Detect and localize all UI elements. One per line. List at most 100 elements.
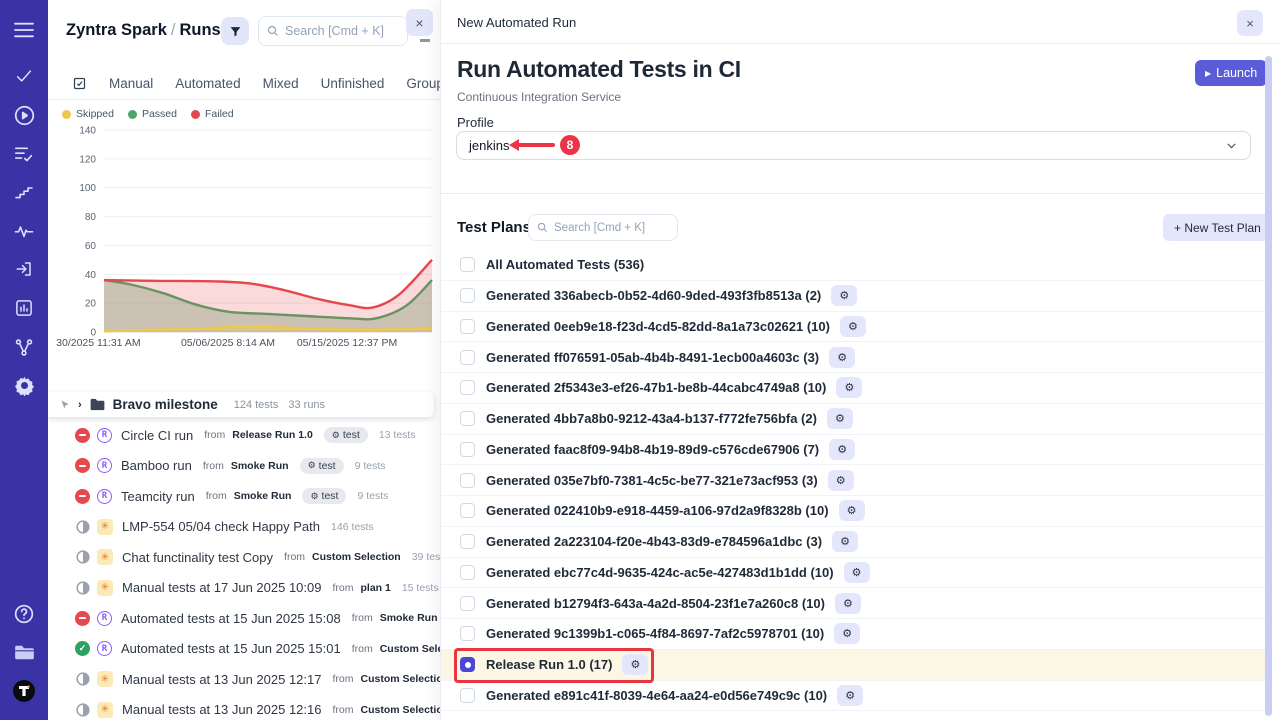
- sidebar-item-help-icon[interactable]: [0, 598, 48, 630]
- test-plan-row[interactable]: Generated 022410b9-e918-4459-a106-97d2a9…: [441, 496, 1265, 527]
- test-plan-row[interactable]: Generated faac8f09-94b8-4b19-89d9-c576cd…: [441, 435, 1265, 466]
- checkbox[interactable]: [460, 626, 475, 641]
- run-row[interactable]: ✓RAutomated tests at 15 Jun 2025 15:01fr…: [48, 634, 440, 665]
- test-plan-label: Generated ff076591-05ab-4b4b-8491-1ecb00…: [486, 350, 819, 365]
- test-plan-row[interactable]: Generated ebc77c4d-9635-424c-ac5e-427483…: [441, 558, 1265, 589]
- checkbox[interactable]: [460, 473, 475, 488]
- checkbox[interactable]: [460, 411, 475, 426]
- tab-mixed[interactable]: Mixed: [263, 76, 299, 91]
- run-source: Smoke Run: [380, 612, 438, 624]
- tab-manual[interactable]: Manual: [109, 76, 153, 91]
- test-plan-settings-button[interactable]: ⚙: [834, 623, 860, 644]
- profile-select[interactable]: jenkins: [456, 131, 1251, 160]
- checkbox[interactable]: [460, 257, 475, 272]
- automated-run-icon: R: [97, 489, 112, 504]
- select-all-icon[interactable]: [72, 76, 87, 91]
- test-plan-row[interactable]: Generated 4bb7a8b0-9212-43a4-b137-f772fe…: [441, 404, 1265, 435]
- new-test-plan-button[interactable]: + New Test Plan: [1163, 214, 1272, 241]
- milestone-row[interactable]: › Bravo milestone 124 tests 33 runs: [48, 392, 434, 417]
- launch-button[interactable]: ▶ Launch: [1195, 60, 1267, 86]
- run-row[interactable]: RBamboo runfromSmoke Run⚙test9 tests: [48, 451, 440, 482]
- run-tests-count: 146 tests: [331, 521, 374, 533]
- checkbox[interactable]: [460, 288, 475, 303]
- run-row[interactable]: ✳Manual tests at 17 Jun 2025 10:09frompl…: [48, 573, 440, 604]
- test-plan-row-selected[interactable]: Release Run 1.0 (17)⚙: [441, 650, 1265, 681]
- checkbox-checked[interactable]: [460, 657, 475, 672]
- run-row[interactable]: RTeamcity runfromSmoke Run⚙test9 tests: [48, 481, 440, 512]
- page-subtitle: Continuous Integration Service: [457, 90, 621, 104]
- run-name: Manual tests at 13 Jun 2025 12:17: [122, 672, 321, 687]
- checkbox[interactable]: [460, 503, 475, 518]
- chevron-right-icon[interactable]: ›: [78, 399, 82, 411]
- run-row[interactable]: ✳Manual tests at 13 Jun 2025 12:17fromCu…: [48, 664, 440, 695]
- sidebar-item-check-icon[interactable]: [0, 60, 48, 92]
- run-source: Custom Selection: [360, 704, 440, 716]
- tab-automated[interactable]: Automated: [175, 76, 240, 91]
- test-plan-row[interactable]: Generated 336abecb-0b52-4d60-9ded-493f3f…: [441, 281, 1265, 312]
- run-config-badge[interactable]: ⚙test: [300, 458, 344, 474]
- runs-search-input[interactable]: [285, 24, 395, 38]
- test-plan-settings-button[interactable]: ⚙: [836, 377, 862, 398]
- test-plan-settings-button[interactable]: ⚙: [829, 347, 855, 368]
- sidebar-item-sign-in-icon[interactable]: [0, 253, 48, 285]
- tab-unfinished[interactable]: Unfinished: [321, 76, 385, 91]
- run-name: Teamcity run: [121, 489, 195, 504]
- run-row[interactable]: RAutomated tests at 15 Jun 2025 15:08fro…: [48, 603, 440, 634]
- sidebar-item-activity-icon[interactable]: [0, 215, 48, 247]
- run-row[interactable]: ✳LMP-554 05/04 check Happy Path146 tests: [48, 512, 440, 543]
- run-from-label: from: [203, 460, 224, 472]
- test-plan-row[interactable]: Generated ff076591-05ab-4b4b-8491-1ecb00…: [441, 342, 1265, 373]
- checkbox[interactable]: [460, 688, 475, 703]
- sidebar-item-menu-icon[interactable]: [0, 14, 48, 46]
- test-plan-settings-button[interactable]: ⚙: [622, 654, 648, 675]
- tab-groups[interactable]: Groups: [406, 76, 440, 91]
- run-config-badge[interactable]: ⚙test: [302, 488, 346, 504]
- test-plan-settings-button[interactable]: ⚙: [829, 439, 855, 460]
- test-plan-settings-button[interactable]: ⚙: [840, 316, 866, 337]
- test-plan-row[interactable]: Generated 035e7bf0-7381-4c5c-be77-321e73…: [441, 465, 1265, 496]
- test-plan-row[interactable]: Generated 2f5343e3-ef26-47b1-be8b-44cabc…: [441, 373, 1265, 404]
- sidebar-item-list-check-icon[interactable]: [0, 138, 48, 170]
- test-plan-settings-button[interactable]: ⚙: [837, 685, 863, 706]
- checkbox[interactable]: [460, 534, 475, 549]
- checkbox[interactable]: [460, 380, 475, 395]
- checkbox[interactable]: [460, 350, 475, 365]
- test-plan-row[interactable]: Generated 9c1399b1-c065-4f84-8697-7af2c5…: [441, 619, 1265, 650]
- run-row[interactable]: ✳Manual tests at 13 Jun 2025 12:16fromCu…: [48, 695, 440, 720]
- checkbox[interactable]: [460, 596, 475, 611]
- sidebar-item-bar-chart-icon[interactable]: [0, 292, 48, 324]
- sidebar-item-logo-t-icon[interactable]: [0, 675, 48, 707]
- test-plans-search-input[interactable]: [554, 222, 666, 234]
- test-plan-settings-button[interactable]: ⚙: [827, 408, 853, 429]
- runs-search[interactable]: [258, 16, 408, 46]
- breadcrumb-app[interactable]: Zyntra Spark: [66, 21, 167, 39]
- test-plan-label: Generated ebc77c4d-9635-424c-ac5e-427483…: [486, 565, 834, 580]
- panel-close-button[interactable]: ×: [1237, 10, 1263, 36]
- sidebar-item-gear-icon[interactable]: [0, 369, 48, 401]
- run-row[interactable]: RCircle CI runfromRelease Run 1.0⚙test13…: [48, 420, 440, 451]
- runs-close-button[interactable]: ×: [406, 9, 433, 36]
- sidebar-item-steps-icon[interactable]: [0, 176, 48, 208]
- sidebar-item-play-circle-icon[interactable]: [0, 99, 48, 131]
- test-plan-row[interactable]: Generated 0eeb9e18-f23d-4cd5-82dd-8a1a73…: [441, 312, 1265, 343]
- test-plans-search[interactable]: [528, 214, 678, 241]
- test-plan-row[interactable]: All Automated Tests (536): [441, 250, 1265, 281]
- sidebar-item-folder-icon[interactable]: [0, 636, 48, 668]
- test-plan-settings-button[interactable]: ⚙: [832, 531, 858, 552]
- test-plan-row[interactable]: Generated 2a223104-f20e-4b43-83d9-e78459…: [441, 527, 1265, 558]
- test-plan-settings-button[interactable]: ⚙: [835, 593, 861, 614]
- test-plan-settings-button[interactable]: ⚙: [839, 500, 865, 521]
- sidebar-item-branch-icon[interactable]: [0, 331, 48, 363]
- test-plan-settings-button[interactable]: ⚙: [831, 285, 857, 306]
- checkbox[interactable]: [460, 319, 475, 334]
- test-plan-row[interactable]: Generated e891c41f-8039-4e64-aa24-e0d56e…: [441, 681, 1265, 712]
- test-plan-settings-button[interactable]: ⚙: [844, 562, 870, 583]
- run-row[interactable]: ✳Chat functinality test CopyfromCustom S…: [48, 542, 440, 573]
- checkbox[interactable]: [460, 565, 475, 580]
- test-plan-settings-button[interactable]: ⚙: [828, 470, 854, 491]
- run-config-badge[interactable]: ⚙test: [324, 427, 368, 443]
- checkbox[interactable]: [460, 442, 475, 457]
- filter-button[interactable]: [221, 17, 249, 45]
- test-plan-row[interactable]: Generated b12794f3-643a-4a2d-8504-23f1e7…: [441, 588, 1265, 619]
- vertical-scrollbar[interactable]: [1265, 56, 1272, 716]
